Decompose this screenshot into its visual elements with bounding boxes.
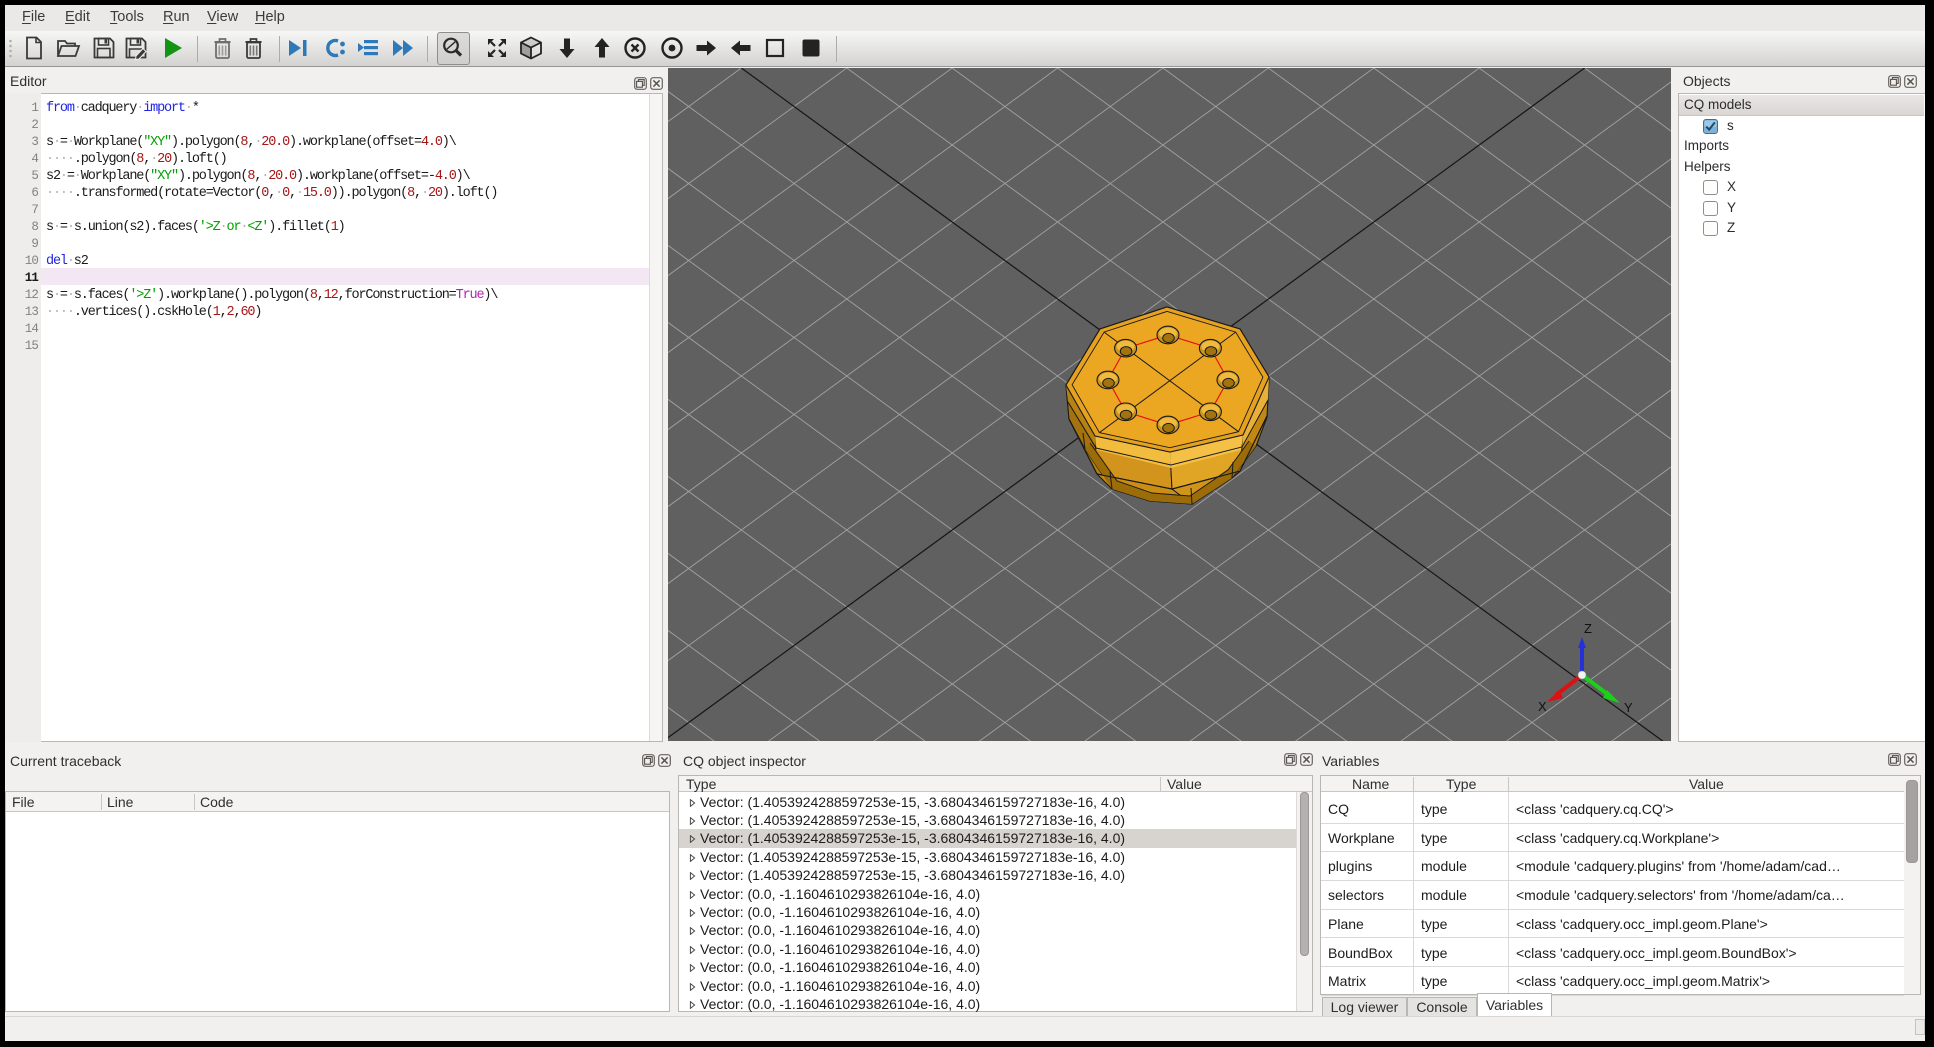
svg-text:X: X — [1538, 699, 1547, 714]
svg-text:Z: Z — [1584, 621, 1592, 636]
svg-text:Y: Y — [1624, 700, 1633, 715]
